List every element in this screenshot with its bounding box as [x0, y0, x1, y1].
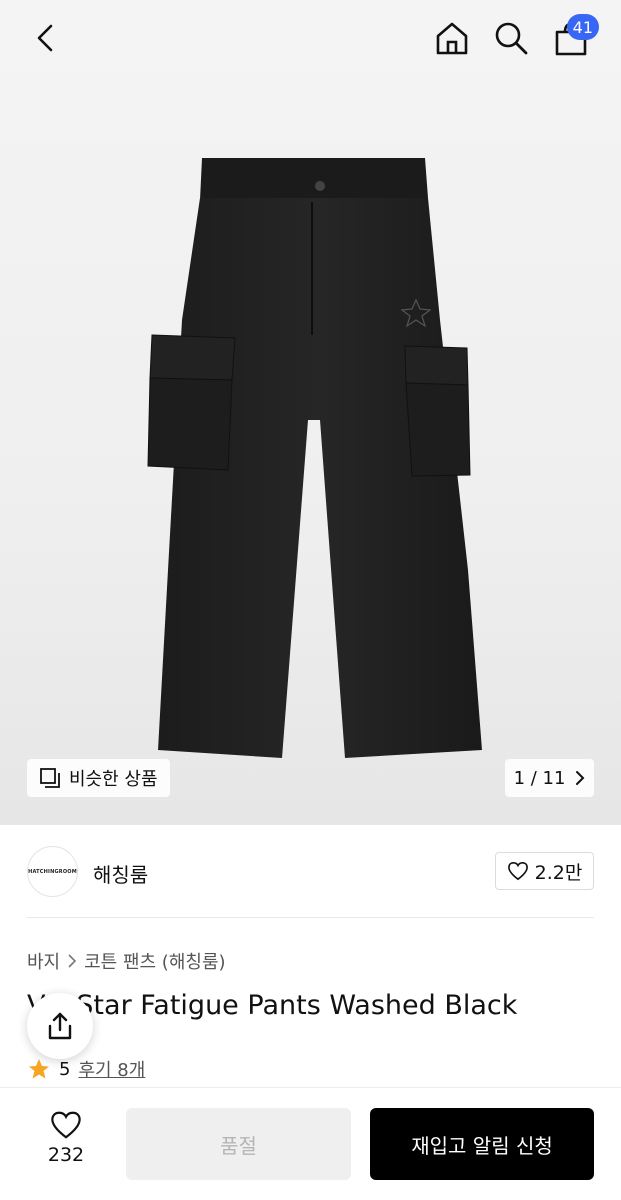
cart-button[interactable]: 41	[547, 14, 599, 62]
restock-alert-button[interactable]: 재입고 알림 신청	[370, 1108, 594, 1180]
cart-count-badge: 41	[566, 14, 599, 40]
divider	[27, 917, 594, 918]
review-count-link[interactable]: 후기 8개	[78, 1056, 145, 1082]
favorite-count: 232	[47, 1144, 85, 1166]
chevron-right-icon	[576, 771, 585, 785]
breadcrumb: 바지 코튼 팬츠 (해칭룸)	[27, 948, 226, 974]
back-button[interactable]	[22, 14, 70, 62]
product-image-cargo-pants	[147, 158, 482, 758]
product-image-gallery[interactable]: 41 비슷한 상품 1 / 11	[0, 0, 621, 825]
brand-like-button[interactable]: 2.2만	[495, 852, 594, 890]
brand-logo[interactable]: HATCHINGROOM	[27, 846, 78, 897]
brand-row: HATCHINGROOM 해칭룸 2.2만	[27, 843, 594, 899]
brand-logo-text: HATCHINGROOM	[28, 868, 77, 875]
rating-row: 5 후기 8개	[27, 1056, 145, 1082]
home-icon	[436, 22, 468, 55]
star-icon	[29, 1059, 49, 1079]
similar-products-icon	[40, 768, 60, 788]
breadcrumb-subcategory[interactable]: 코튼 팬츠 (해칭룸)	[84, 948, 225, 974]
similar-products-label: 비슷한 상품	[69, 769, 158, 790]
share-icon	[48, 1012, 72, 1040]
bottom-action-bar: 232 품절 재입고 알림 신청	[0, 1087, 621, 1200]
search-icon	[495, 22, 528, 55]
heart-icon	[51, 1111, 81, 1139]
chevron-left-icon	[37, 24, 53, 52]
breadcrumb-category[interactable]: 바지	[27, 948, 60, 974]
search-button[interactable]	[487, 14, 535, 62]
home-button[interactable]	[428, 14, 476, 62]
rating-score: 5	[59, 1058, 71, 1080]
soldout-button: 품절	[126, 1108, 351, 1180]
image-pager[interactable]: 1 / 11	[505, 759, 594, 797]
share-button[interactable]	[27, 993, 93, 1059]
image-pager-count: 1 / 11	[513, 767, 566, 789]
brand-name[interactable]: 해칭룸	[93, 859, 148, 888]
similar-products-button[interactable]: 비슷한 상품	[27, 759, 170, 797]
heart-icon	[507, 861, 528, 881]
brand-like-count: 2.2만	[534, 861, 583, 884]
product-title: V.S Star Fatigue Pants Washed Black	[27, 990, 518, 1021]
chevron-right-icon	[68, 954, 77, 968]
top-navigation-bar: 41	[0, 0, 621, 80]
favorite-button[interactable]: 232	[30, 1110, 102, 1174]
